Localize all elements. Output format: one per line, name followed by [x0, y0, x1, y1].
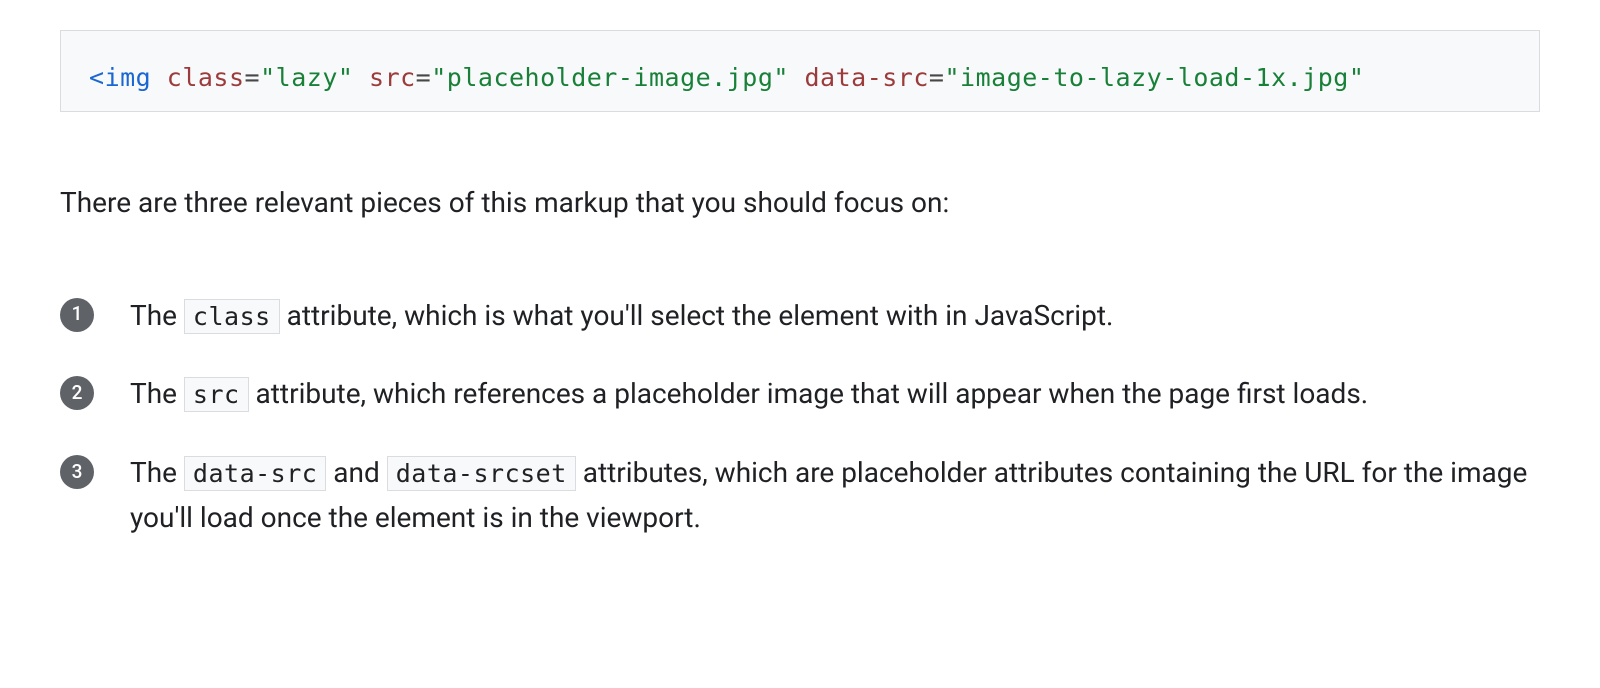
code-token: data-src	[805, 63, 929, 92]
code-token: "	[431, 63, 447, 92]
list-text: and	[326, 456, 386, 489]
inline-code: class	[184, 299, 280, 334]
code-token: "	[773, 63, 789, 92]
code-token: =	[416, 63, 432, 92]
list-item: The data-src and data-srcset attributes,…	[60, 451, 1540, 541]
code-token: "	[944, 63, 960, 92]
inline-code: data-srcset	[387, 456, 576, 491]
code-token: =	[245, 63, 261, 92]
steps-list: The class attribute, which is what you'l…	[60, 294, 1540, 541]
list-item: The class attribute, which is what you'l…	[60, 294, 1540, 339]
code-token: image-to-lazy-load-1x.jpg	[960, 63, 1349, 92]
code-token: lazy	[276, 63, 338, 92]
code-token: "	[1349, 63, 1365, 92]
code-token: img	[105, 63, 152, 92]
code-token: placeholder-image.jpg	[447, 63, 774, 92]
code-token: "	[260, 63, 276, 92]
code-block[interactable]: <img class="lazy" src="placeholder-image…	[60, 30, 1540, 112]
list-text: The	[130, 377, 184, 410]
inline-code: src	[184, 377, 249, 412]
code-token: src	[369, 63, 416, 92]
code-token: =	[929, 63, 945, 92]
list-text: attribute, which references a placeholde…	[249, 377, 1369, 410]
list-text: attribute, which is what you'll select t…	[280, 299, 1114, 332]
inline-code: data-src	[184, 456, 326, 491]
code-token: "	[338, 63, 354, 92]
list-text: The	[130, 299, 184, 332]
intro-paragraph: There are three relevant pieces of this …	[60, 182, 1540, 224]
list-text: The	[130, 456, 184, 489]
list-item: The src attribute, which references a pl…	[60, 372, 1540, 417]
code-token: class	[167, 63, 245, 92]
code-token: <	[89, 63, 105, 92]
